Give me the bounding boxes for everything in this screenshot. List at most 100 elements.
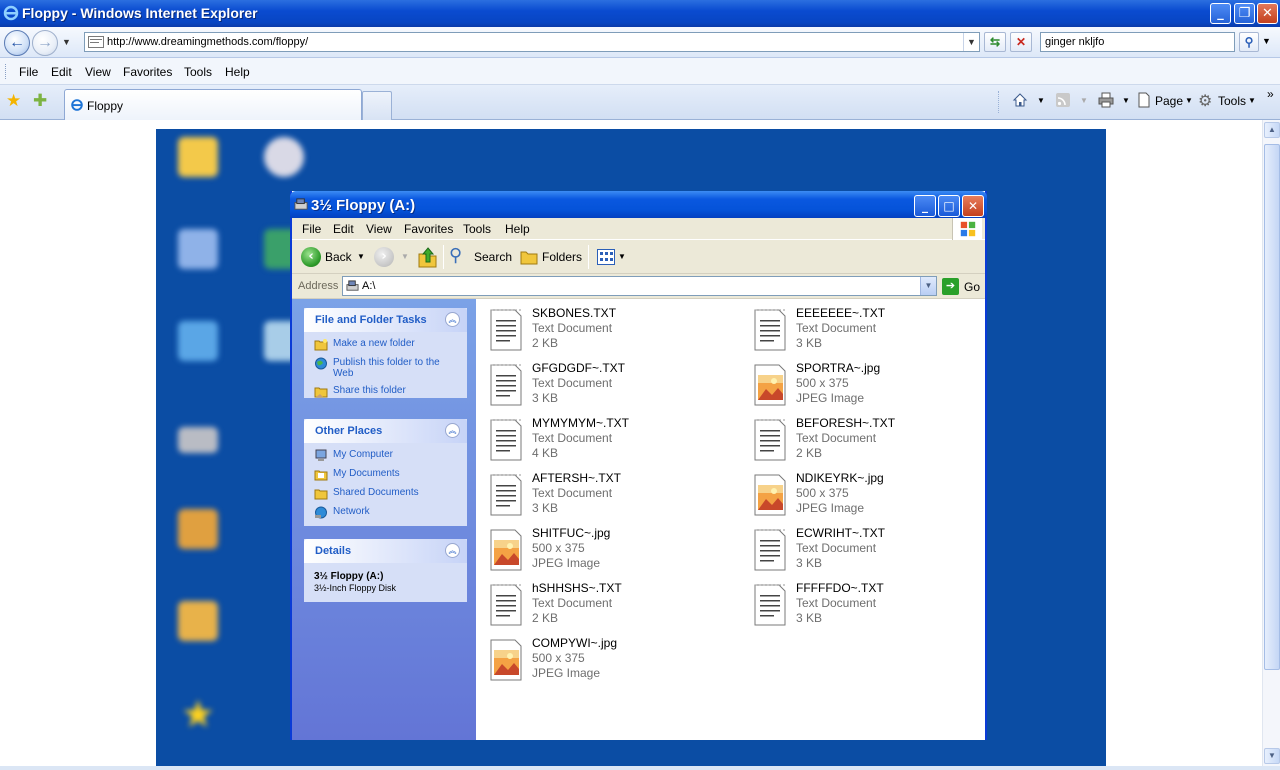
search-input[interactable]: ginger nkljfo — [1040, 32, 1235, 52]
forward-dropdown-icon[interactable]: ▼ — [401, 252, 409, 261]
collapse-chevron-icon[interactable]: ︽ — [445, 423, 460, 438]
explorer-menu-favorites[interactable]: Favorites — [404, 222, 453, 236]
file-item[interactable]: NDIKEYRK~.jpg 500 x 375 JPEG Image — [752, 471, 1002, 521]
search-options-dropdown[interactable]: ▼ — [1262, 36, 1271, 46]
feeds-dropdown[interactable]: ▼ — [1080, 96, 1088, 105]
tools-menu-dropdown[interactable]: ▼ — [1248, 96, 1256, 105]
restore-button[interactable]: ❐ — [1234, 3, 1255, 24]
collapse-chevron-icon[interactable]: ︽ — [445, 543, 460, 558]
favorites-star-icon[interactable]: ★ — [6, 91, 21, 111]
tools-gear-icon[interactable]: ⚙ — [1198, 91, 1212, 111]
explorer-back-icon[interactable]: ‹ — [301, 247, 321, 267]
explorer-address-field[interactable]: A:\ ▼ — [342, 276, 937, 296]
explorer-menu-file[interactable]: File — [302, 222, 321, 236]
explorer-minimize-button[interactable]: _ — [914, 195, 936, 217]
status-bar — [0, 766, 1280, 770]
scrollbar-thumb[interactable] — [1264, 144, 1280, 670]
explorer-search-button[interactable]: Search — [474, 250, 512, 264]
scroll-down-icon[interactable]: ▼ — [1264, 748, 1280, 764]
file-info: JPEG Image — [532, 666, 601, 680]
menu-view[interactable]: View — [85, 65, 111, 79]
go-button[interactable]: ➔ Go — [942, 278, 982, 296]
file-item[interactable]: hSHHSHS~.TXT Text Document 2 KB — [488, 581, 738, 631]
file-item[interactable]: AFTERSH~.TXT Text Document 3 KB — [488, 471, 738, 521]
explorer-address-dropdown-icon[interactable]: ▼ — [920, 277, 936, 295]
file-item[interactable]: MYMYMYM~.TXT Text Document 4 KB — [488, 416, 738, 466]
page-menu-dropdown[interactable]: ▼ — [1185, 96, 1193, 105]
print-icon[interactable] — [1098, 92, 1114, 108]
file-item[interactable]: ECWRIHT~.TXT Text Document 3 KB — [752, 526, 1002, 576]
file-item[interactable]: BEFORESH~.TXT Text Document 2 KB — [752, 416, 1002, 466]
file-item[interactable]: SHITFUC~.jpg 500 x 375 JPEG Image — [488, 526, 738, 576]
up-folder-icon[interactable] — [418, 246, 438, 268]
address-bar[interactable]: http://www.dreamingmethods.com/floppy/ ▼ — [84, 32, 980, 52]
explorer-menu-edit[interactable]: Edit — [333, 222, 354, 236]
file-item[interactable]: SPORTRA~.jpg 500 x 375 JPEG Image — [752, 361, 1002, 411]
explorer-menu-view[interactable]: View — [366, 222, 392, 236]
scroll-up-icon[interactable]: ▲ — [1264, 122, 1280, 138]
collapse-chevron-icon[interactable]: ︽ — [445, 312, 460, 327]
my-computer-link[interactable]: My Computer — [314, 449, 459, 462]
back-dropdown-icon[interactable]: ▼ — [357, 252, 365, 261]
feeds-icon[interactable] — [1055, 92, 1071, 108]
file-item[interactable]: GFGDGDF~.TXT Text Document 3 KB — [488, 361, 738, 411]
views-dropdown-icon[interactable]: ▼ — [618, 252, 626, 261]
tab-floppy[interactable]: Floppy — [64, 89, 362, 120]
new-tab-button[interactable] — [362, 91, 392, 120]
forward-button[interactable]: → — [32, 30, 58, 56]
go-arrow-icon: ➔ — [942, 278, 959, 295]
explorer-menu-help[interactable]: Help — [505, 222, 530, 236]
file-name: NDIKEYRK~.jpg — [796, 471, 884, 485]
stop-button[interactable]: ✕ — [1010, 32, 1032, 52]
back-button[interactable]: ← — [4, 30, 30, 56]
search-button[interactable]: ⚲ — [1239, 32, 1259, 52]
file-info: 2 KB — [532, 336, 559, 350]
explorer-folders-button[interactable]: Folders — [542, 250, 582, 264]
navigation-bar: ← → ▼ http://www.dreamingmethods.com/flo… — [0, 27, 1280, 58]
toolbar-separator — [443, 245, 444, 269]
home-icon[interactable] — [1012, 92, 1028, 108]
menu-file[interactable]: File — [19, 65, 38, 79]
views-icon[interactable] — [597, 249, 615, 265]
minimize-button[interactable]: _ — [1210, 3, 1231, 24]
page-menu[interactable]: Page — [1155, 94, 1183, 108]
explorer-forward-icon[interactable]: › — [374, 247, 394, 267]
print-dropdown[interactable]: ▼ — [1122, 96, 1130, 105]
explorer-close-button[interactable]: ✕ — [962, 195, 984, 217]
network-link[interactable]: Network — [314, 506, 459, 519]
other-places-header[interactable]: Other Places ︽ — [304, 419, 467, 443]
menu-tools[interactable]: Tools — [184, 65, 212, 79]
home-dropdown[interactable]: ▼ — [1037, 96, 1045, 105]
explorer-maximize-button[interactable]: □ — [938, 195, 960, 217]
file-type: Text Document — [532, 431, 613, 445]
menu-favorites[interactable]: Favorites — [123, 65, 172, 79]
file-item[interactable]: FFFFFDO~.TXT Text Document 3 KB — [752, 581, 1002, 631]
folders-icon[interactable] — [520, 249, 538, 265]
make-new-folder-link[interactable]: Make a new folder — [314, 338, 459, 351]
network-icon — [315, 506, 327, 519]
address-dropdown-icon[interactable]: ▼ — [963, 33, 979, 51]
page-scrollbar[interactable]: ▲ ▼ — [1262, 120, 1280, 766]
page-menu-icon[interactable] — [1136, 92, 1152, 108]
menu-edit[interactable]: Edit — [51, 65, 72, 79]
recent-pages-dropdown[interactable]: ▼ — [62, 37, 71, 47]
file-item[interactable]: EEEEEEE~.TXT Text Document 3 KB — [752, 306, 1002, 356]
explorer-search-icon[interactable]: ⚲ — [449, 245, 462, 266]
file-item[interactable]: COMPYWI~.jpg 500 x 375 JPEG Image — [488, 636, 738, 686]
share-folder-link[interactable]: Share this folder — [314, 385, 459, 398]
file-item[interactable]: SKBONES.TXT Text Document 2 KB — [488, 306, 738, 356]
shared-documents-link[interactable]: Shared Documents — [314, 487, 459, 500]
explorer-menu-tools[interactable]: Tools — [463, 222, 491, 236]
tools-menu[interactable]: Tools — [1218, 94, 1246, 108]
file-info: 3 KB — [796, 556, 823, 570]
menu-help[interactable]: Help — [225, 65, 250, 79]
my-documents-link[interactable]: My Documents — [314, 468, 459, 481]
add-favorites-icon[interactable]: ✚ — [33, 91, 47, 111]
close-button[interactable]: ✕ — [1257, 3, 1278, 24]
refresh-button[interactable]: ⇆ — [984, 32, 1006, 52]
publish-folder-link[interactable]: Publish this folder to the Web — [314, 357, 459, 379]
file-folder-tasks-header[interactable]: File and Folder Tasks ︽ — [304, 308, 467, 332]
chevron-more-icon[interactable]: » — [1267, 87, 1274, 101]
details-header[interactable]: Details ︽ — [304, 539, 467, 563]
explorer-back-button[interactable]: Back — [325, 250, 352, 264]
